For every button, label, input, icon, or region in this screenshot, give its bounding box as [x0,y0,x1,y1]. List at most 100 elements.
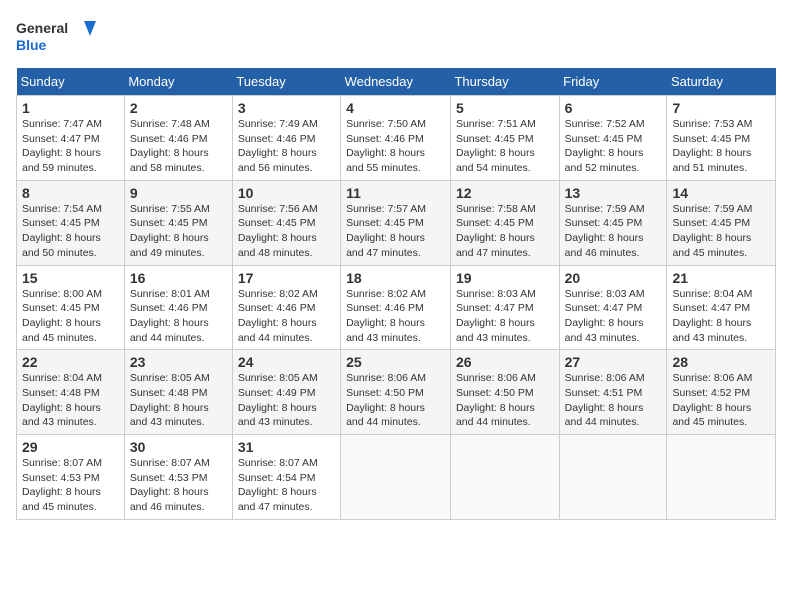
calendar-cell: 22 Sunrise: 8:04 AMSunset: 4:48 PMDayligh… [17,350,125,435]
day-number: 9 [130,185,227,201]
day-number: 13 [565,185,662,201]
day-number: 22 [22,354,119,370]
cell-info: Sunrise: 8:02 AMSunset: 4:46 PMDaylight:… [238,288,318,344]
day-number: 6 [565,100,662,116]
cell-info: Sunrise: 7:50 AMSunset: 4:46 PMDaylight:… [346,118,426,174]
cell-info: Sunrise: 8:04 AMSunset: 4:48 PMDaylight:… [22,372,102,428]
calendar-cell: 18 Sunrise: 8:02 AMSunset: 4:46 PMDayligh… [341,265,451,350]
cell-info: Sunrise: 7:53 AMSunset: 4:45 PMDaylight:… [672,118,752,174]
calendar-cell: 1Sunrise: 7:47 AMSunset: 4:47 PMDaylight… [17,96,125,181]
calendar-cell: 2 Sunrise: 7:48 AMSunset: 4:46 PMDaylight… [124,96,232,181]
calendar-week-2: 8 Sunrise: 7:54 AMSunset: 4:45 PMDaylight… [17,180,776,265]
day-number: 14 [672,185,770,201]
cell-info: Sunrise: 8:05 AMSunset: 4:48 PMDaylight:… [130,372,210,428]
day-number: 28 [672,354,770,370]
cell-info: Sunrise: 8:02 AMSunset: 4:46 PMDaylight:… [346,288,426,344]
calendar-cell: 27 Sunrise: 8:06 AMSunset: 4:51 PMDayligh… [559,350,667,435]
cell-info: Sunrise: 7:54 AMSunset: 4:45 PMDaylight:… [22,203,102,259]
day-number: 29 [22,439,119,455]
calendar-cell: 29Sunrise: 8:07 AMSunset: 4:53 PMDayligh… [17,435,125,520]
calendar-cell [450,435,559,520]
calendar-cell: 16 Sunrise: 8:01 AMSunset: 4:46 PMDayligh… [124,265,232,350]
day-number: 3 [238,100,335,116]
svg-text:Blue: Blue [16,37,47,53]
day-number: 21 [672,270,770,286]
calendar-header-row: SundayMondayTuesdayWednesdayThursdayFrid… [17,68,776,96]
calendar-cell: 14 Sunrise: 7:59 AMSunset: 4:45 PMDayligh… [667,180,776,265]
calendar-cell: 15 Sunrise: 8:00 AMSunset: 4:45 PMDayligh… [17,265,125,350]
cell-info: Sunrise: 8:06 AMSunset: 4:50 PMDaylight:… [456,372,536,428]
col-header-saturday: Saturday [667,68,776,96]
day-number: 18 [346,270,445,286]
cell-info: Sunrise: 7:57 AMSunset: 4:45 PMDaylight:… [346,203,426,259]
day-number: 23 [130,354,227,370]
day-number: 7 [672,100,770,116]
cell-info: Sunrise: 8:07 AMSunset: 4:54 PMDaylight:… [238,457,318,513]
cell-info: Sunrise: 8:01 AMSunset: 4:46 PMDaylight:… [130,288,210,344]
calendar-cell: 28 Sunrise: 8:06 AMSunset: 4:52 PMDayligh… [667,350,776,435]
cell-info: Sunrise: 7:58 AMSunset: 4:45 PMDaylight:… [456,203,536,259]
day-number: 15 [22,270,119,286]
calendar-cell: 8 Sunrise: 7:54 AMSunset: 4:45 PMDaylight… [17,180,125,265]
cell-info: Sunrise: 7:56 AMSunset: 4:45 PMDaylight:… [238,203,318,259]
calendar-cell: 19 Sunrise: 8:03 AMSunset: 4:47 PMDayligh… [450,265,559,350]
col-header-friday: Friday [559,68,667,96]
cell-info: Sunrise: 8:06 AMSunset: 4:51 PMDaylight:… [565,372,645,428]
logo: General Blue [16,16,96,56]
calendar-body: 1Sunrise: 7:47 AMSunset: 4:47 PMDaylight… [17,96,776,520]
calendar-cell: 21Sunrise: 8:04 AMSunset: 4:47 PMDayligh… [667,265,776,350]
calendar-cell: 11 Sunrise: 7:57 AMSunset: 4:45 PMDayligh… [341,180,451,265]
day-number: 19 [456,270,554,286]
calendar-cell: 23 Sunrise: 8:05 AMSunset: 4:48 PMDayligh… [124,350,232,435]
cell-info: Sunrise: 7:49 AMSunset: 4:46 PMDaylight:… [238,118,318,174]
calendar-week-4: 22 Sunrise: 8:04 AMSunset: 4:48 PMDayligh… [17,350,776,435]
calendar-table: SundayMondayTuesdayWednesdayThursdayFrid… [16,68,776,520]
cell-info: Sunrise: 7:59 AMSunset: 4:45 PMDaylight:… [565,203,645,259]
day-number: 11 [346,185,445,201]
cell-info: Sunrise: 8:03 AMSunset: 4:47 PMDaylight:… [456,288,536,344]
day-number: 5 [456,100,554,116]
calendar-cell: 26 Sunrise: 8:06 AMSunset: 4:50 PMDayligh… [450,350,559,435]
calendar-cell: 20 Sunrise: 8:03 AMSunset: 4:47 PMDayligh… [559,265,667,350]
day-number: 20 [565,270,662,286]
day-number: 24 [238,354,335,370]
calendar-cell: 12 Sunrise: 7:58 AMSunset: 4:45 PMDayligh… [450,180,559,265]
calendar-cell: 3 Sunrise: 7:49 AMSunset: 4:46 PMDaylight… [232,96,340,181]
calendar-cell: 7 Sunrise: 7:53 AMSunset: 4:45 PMDaylight… [667,96,776,181]
cell-info: Sunrise: 7:48 AMSunset: 4:46 PMDaylight:… [130,118,210,174]
calendar-week-1: 1Sunrise: 7:47 AMSunset: 4:47 PMDaylight… [17,96,776,181]
day-number: 25 [346,354,445,370]
day-number: 30 [130,439,227,455]
day-number: 12 [456,185,554,201]
calendar-cell: 5Sunrise: 7:51 AMSunset: 4:45 PMDaylight… [450,96,559,181]
cell-info: Sunrise: 7:52 AMSunset: 4:45 PMDaylight:… [565,118,645,174]
calendar-cell [559,435,667,520]
cell-info: Sunrise: 8:06 AMSunset: 4:52 PMDaylight:… [672,372,752,428]
day-number: 26 [456,354,554,370]
day-number: 2 [130,100,227,116]
cell-info: Sunrise: 8:00 AMSunset: 4:45 PMDaylight:… [22,288,102,344]
day-number: 8 [22,185,119,201]
cell-info: Sunrise: 8:06 AMSunset: 4:50 PMDaylight:… [346,372,426,428]
calendar-cell: 9 Sunrise: 7:55 AMSunset: 4:45 PMDaylight… [124,180,232,265]
calendar-cell: 24Sunrise: 8:05 AMSunset: 4:49 PMDayligh… [232,350,340,435]
cell-info: Sunrise: 7:59 AMSunset: 4:45 PMDaylight:… [672,203,752,259]
col-header-sunday: Sunday [17,68,125,96]
day-number: 16 [130,270,227,286]
calendar-cell: 10 Sunrise: 7:56 AMSunset: 4:45 PMDayligh… [232,180,340,265]
calendar-cell: 4 Sunrise: 7:50 AMSunset: 4:46 PMDaylight… [341,96,451,181]
cell-info: Sunrise: 7:47 AMSunset: 4:47 PMDaylight:… [22,118,102,174]
calendar-cell [667,435,776,520]
cell-info: Sunrise: 7:55 AMSunset: 4:45 PMDaylight:… [130,203,210,259]
calendar-cell: 30 Sunrise: 8:07 AMSunset: 4:53 PMDayligh… [124,435,232,520]
day-number: 4 [346,100,445,116]
calendar-cell: 25 Sunrise: 8:06 AMSunset: 4:50 PMDayligh… [341,350,451,435]
cell-info: Sunrise: 8:07 AMSunset: 4:53 PMDaylight:… [130,457,210,513]
calendar-week-5: 29 Sunrise: 8:07 AMSunset: 4:53 PMDayligh… [17,435,776,520]
day-number: 10 [238,185,335,201]
day-number: 27 [565,354,662,370]
svg-text:General: General [16,20,68,36]
col-header-tuesday: Tuesday [232,68,340,96]
logo-svg: General Blue [16,16,96,56]
cell-info: Sunrise: 8:03 AMSunset: 4:47 PMDaylight:… [565,288,645,344]
